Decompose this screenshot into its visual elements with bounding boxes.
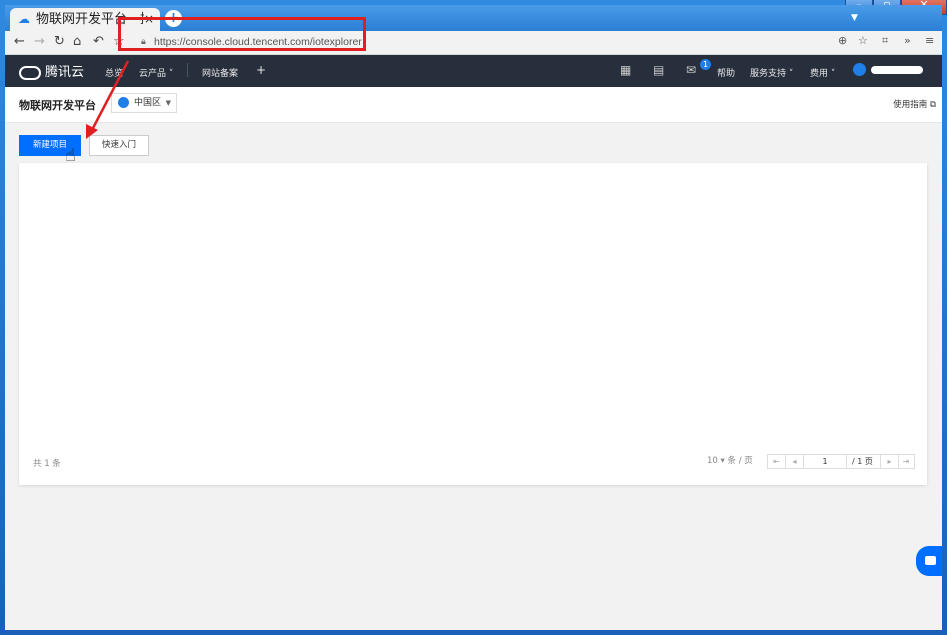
browser-window: – ▫ ✕ ☁ 物联网开发平台 - 控 × + ▼ ← → ↻ ⌂ ↶ ☆ 🔒︎…: [0, 0, 947, 635]
annotation-arrow: [86, 60, 130, 139]
